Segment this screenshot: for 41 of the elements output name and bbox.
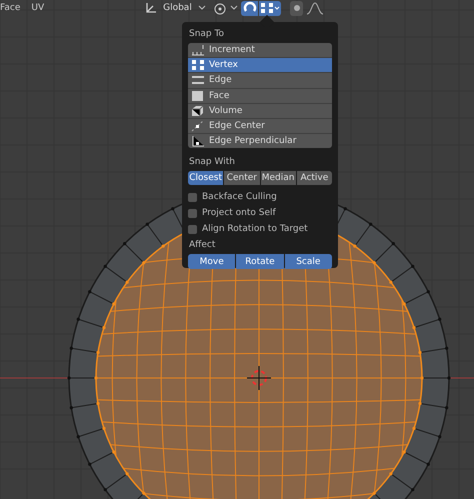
- snap-option[interactable]: Edge Perpendicular: [188, 134, 332, 148]
- caret-icon: [230, 5, 238, 11]
- pivot-icon[interactable]: [213, 1, 228, 15]
- axes-icon[interactable]: [144, 1, 158, 15]
- menu-item[interactable]: UV: [31, 3, 44, 13]
- snap-target-dropdown[interactable]: [259, 0, 282, 16]
- orientation-dropdown[interactable]: Global: [161, 3, 196, 13]
- checkbox-label[interactable]: Backface Culling: [202, 192, 277, 202]
- affect-toggle[interactable]: Scale: [284, 254, 332, 270]
- caret-icon: [198, 5, 206, 11]
- ruler-icon: [191, 44, 205, 56]
- checkbox[interactable]: [188, 192, 197, 202]
- snap-toggle[interactable]: [241, 0, 258, 16]
- checkbox-label[interactable]: Project onto Self: [202, 208, 276, 218]
- vertex-icon: [191, 59, 205, 72]
- proportional-toggle[interactable]: [290, 0, 304, 16]
- section-title: Snap With: [189, 157, 236, 168]
- checkbox[interactable]: [188, 208, 197, 218]
- edge-icon: [191, 74, 205, 86]
- affect-toggle[interactable]: Move: [188, 254, 236, 270]
- menu-item[interactable]: Face: [0, 3, 20, 13]
- face-icon: [191, 90, 205, 102]
- section-title: Affect: [189, 240, 216, 250]
- checkbox[interactable]: [188, 224, 197, 234]
- snap-option[interactable]: Edge Center: [188, 118, 332, 134]
- perpendicular-icon: [191, 135, 205, 148]
- snap-option[interactable]: Edge: [188, 73, 332, 89]
- falloff-icon[interactable]: [306, 1, 324, 15]
- snap-option[interactable]: Face: [188, 88, 332, 104]
- snap-with-option[interactable]: Median: [260, 171, 296, 186]
- edge-center-icon: [191, 120, 205, 132]
- checkbox-label[interactable]: Align Rotation to Target: [202, 224, 308, 234]
- circle-icon: [292, 3, 302, 13]
- snap-option[interactable]: Volume: [188, 104, 332, 119]
- affect-toggle[interactable]: Rotate: [236, 254, 284, 270]
- snap-with-option[interactable]: Active: [296, 171, 332, 186]
- section-title: Snap To: [189, 29, 225, 39]
- snap-with-option[interactable]: Center: [224, 171, 260, 186]
- snap-with-option[interactable]: Closest: [188, 171, 224, 186]
- snap-option[interactable]: Vertex: [188, 58, 332, 74]
- cube-icon: [191, 104, 205, 117]
